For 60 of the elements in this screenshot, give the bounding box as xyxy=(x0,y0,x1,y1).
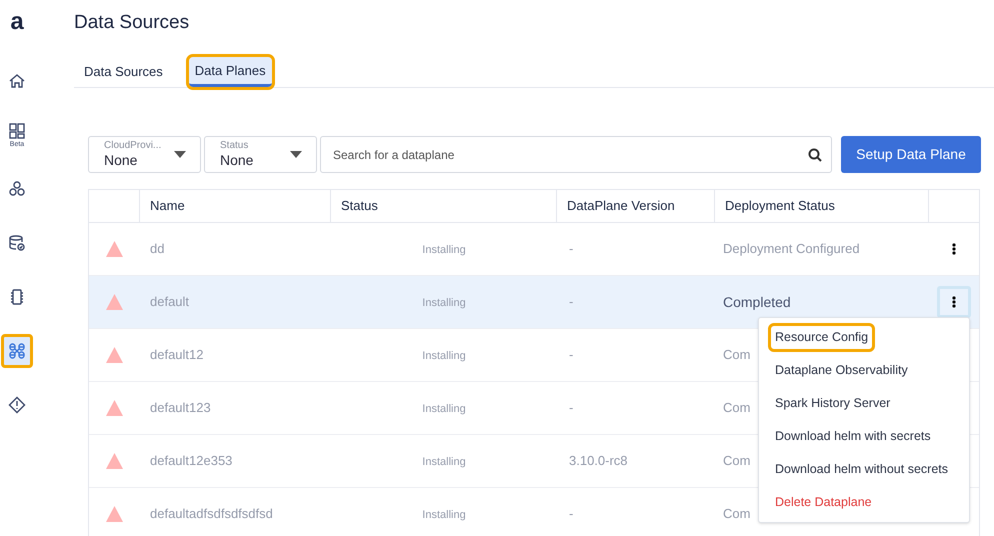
warning-icon xyxy=(106,506,123,522)
database-icon xyxy=(8,234,26,252)
name-cell: default12e353 xyxy=(150,453,232,468)
deployment-status-cell: Com xyxy=(723,400,750,416)
version-cell: - xyxy=(569,347,574,362)
name-cell: dd xyxy=(150,241,164,256)
network-icon xyxy=(8,342,26,360)
name-cell: default xyxy=(150,294,190,310)
caret-icon xyxy=(174,151,186,158)
menu-item[interactable]: Download helm without secrets xyxy=(773,458,950,481)
version-cell: - xyxy=(569,294,574,310)
page-title: Data Sources xyxy=(74,11,190,35)
status-cell: Installing xyxy=(422,350,466,362)
column-header: Deployment Status xyxy=(725,197,835,216)
deployment-status-cell: Com xyxy=(723,453,750,468)
version-cell: - xyxy=(569,241,574,256)
dashboard-icon xyxy=(8,122,26,140)
warning-icon xyxy=(106,294,123,310)
version-cell: - xyxy=(569,400,574,416)
search-icon xyxy=(808,148,822,162)
caret-icon xyxy=(290,151,302,158)
deployment-status-cell: Completed xyxy=(723,294,791,310)
menu-item[interactable]: Delete Dataplane xyxy=(773,491,874,514)
chip-icon xyxy=(8,288,26,306)
status-cell: Installing xyxy=(422,403,466,416)
deployment-status-cell: Com xyxy=(723,506,750,522)
nodes-icon xyxy=(8,180,26,198)
menu-item[interactable]: Dataplane Observability xyxy=(773,359,910,382)
menu-item[interactable]: Spark History Server xyxy=(773,392,892,415)
filter-dropdown[interactable]: CloudProvi... None xyxy=(88,136,201,173)
search-field[interactable]: Search for a dataplane xyxy=(320,136,832,173)
filter-dropdown[interactable]: Status None xyxy=(204,136,317,173)
deployment-status-cell: Deployment Configured xyxy=(723,241,860,256)
warning-icon xyxy=(106,347,123,363)
tab[interactable]: Data Sources xyxy=(78,57,169,87)
warning-icon xyxy=(106,400,123,416)
column-header: DataPlane Version xyxy=(567,197,675,216)
logo: a xyxy=(10,10,24,34)
table-row[interactable]: default Installing - Completed xyxy=(89,276,979,329)
menu-item[interactable]: Resource Config xyxy=(771,326,872,349)
column-header: Status xyxy=(341,197,378,216)
column-header: Name xyxy=(150,197,185,216)
tab[interactable]: Data Planes xyxy=(188,57,272,87)
more-icon xyxy=(952,243,956,255)
home-icon xyxy=(8,72,26,90)
warning-icon xyxy=(106,241,123,257)
status-cell: Installing xyxy=(422,509,466,522)
version-cell: 3.10.0-rc8 xyxy=(569,453,628,468)
deployment-status-cell: Com xyxy=(723,347,750,362)
version-cell: - xyxy=(569,506,574,522)
name-cell: defaultadfsdfsdfsdfsd xyxy=(150,506,273,522)
status-cell: Installing xyxy=(422,456,466,468)
more-icon xyxy=(952,296,956,308)
setup-data-plane-button[interactable]: Setup Data Plane xyxy=(841,136,981,173)
name-cell: default12 xyxy=(150,347,204,362)
status-cell: Installing xyxy=(422,244,466,256)
warning-icon xyxy=(106,453,123,469)
warning-icon xyxy=(8,396,26,414)
name-cell: default123 xyxy=(150,400,211,416)
status-cell: Installing xyxy=(422,297,466,310)
